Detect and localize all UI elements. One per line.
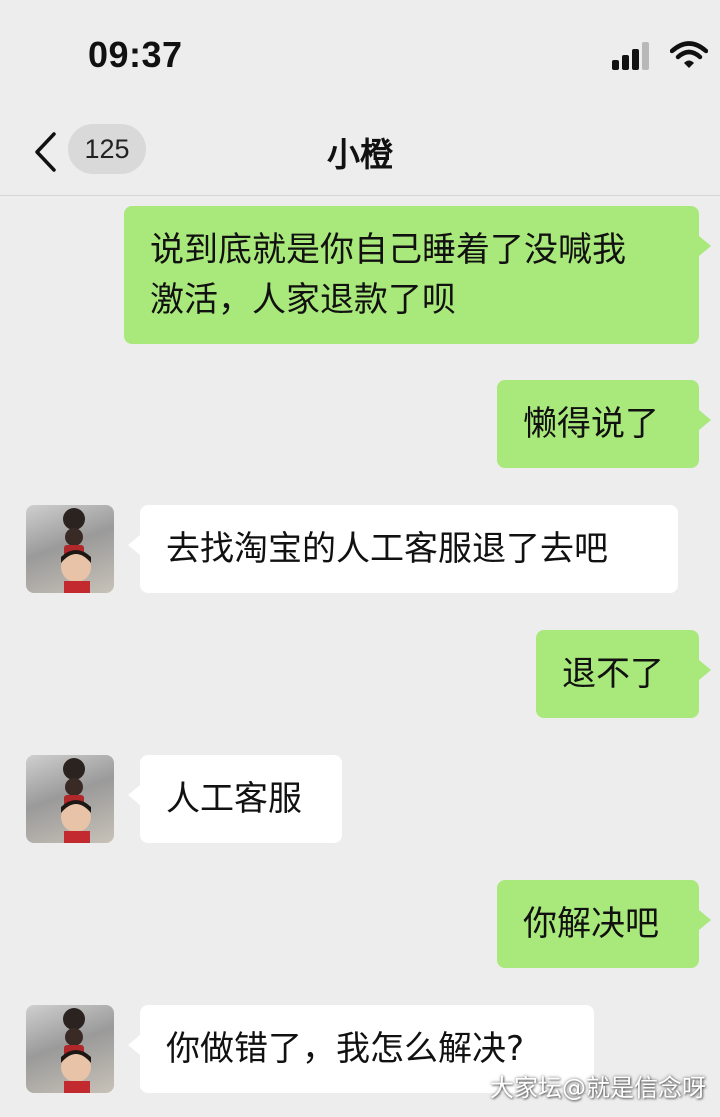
message-bubble-received[interactable]: 去找淘宝的人工客服退了去吧 bbox=[128, 505, 678, 593]
contact-avatar[interactable] bbox=[26, 755, 114, 843]
chat-header: 125 小橙 bbox=[0, 110, 720, 196]
wifi-icon bbox=[669, 40, 709, 70]
watermark: 大家坛@就是信念呀 bbox=[490, 1074, 706, 1102]
status-bar: 09:37 bbox=[0, 0, 720, 110]
message-bubble-sent[interactable]: 退不了 bbox=[536, 630, 711, 718]
message-bubble-sent[interactable]: 懒得说了 bbox=[497, 380, 711, 468]
contact-avatar[interactable] bbox=[26, 1005, 114, 1093]
signal-icon bbox=[612, 42, 658, 70]
status-time: 09:37 bbox=[88, 34, 183, 75]
contact-avatar[interactable] bbox=[26, 505, 114, 593]
message-bubble-received[interactable]: 人工客服 bbox=[128, 755, 342, 843]
chat-title: 小橙 bbox=[327, 135, 393, 174]
message-bubble-sent[interactable]: 你解决吧 bbox=[497, 880, 711, 968]
message-bubble-sent[interactable]: 说到底就是你自己睡着了没喊我 激活，人家退款了呗 bbox=[124, 206, 711, 344]
